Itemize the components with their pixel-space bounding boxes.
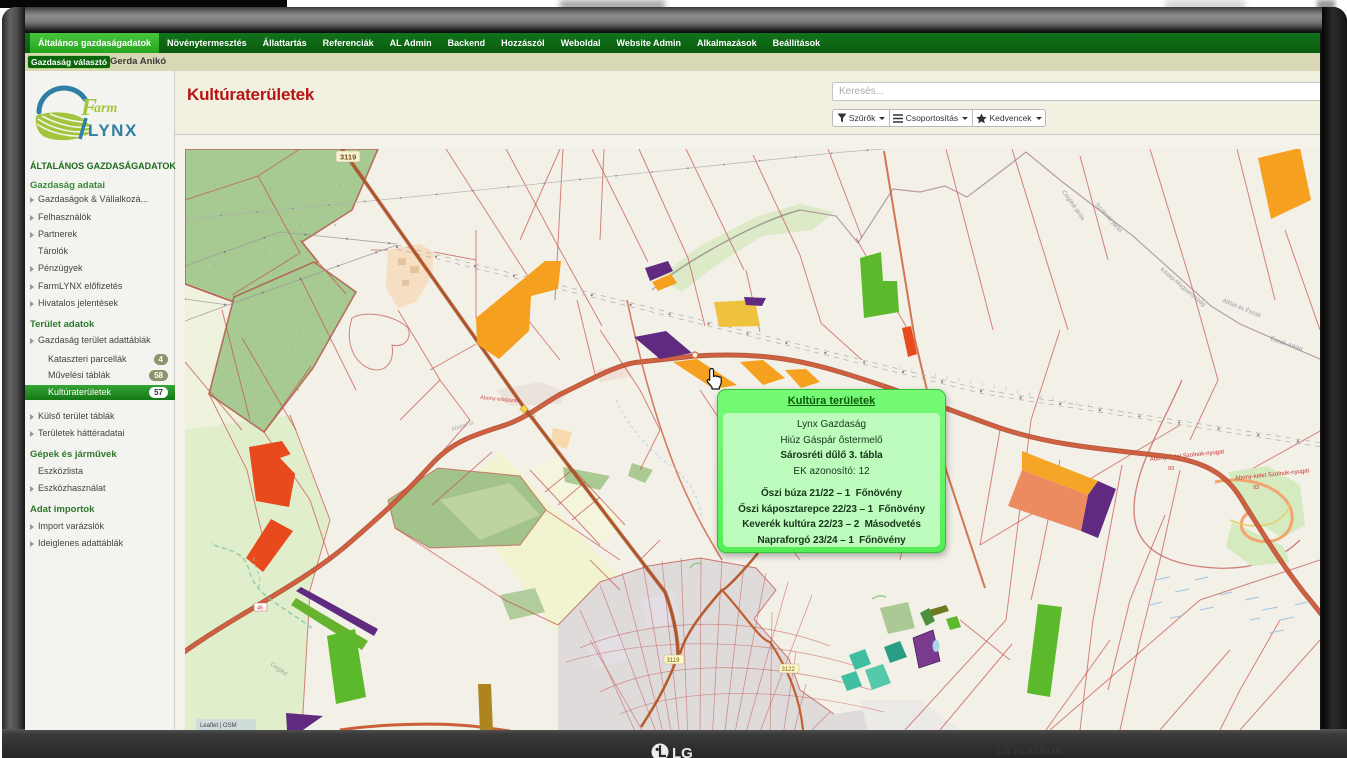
svg-text:3119: 3119 [667,658,681,664]
svg-text:3122: 3122 [782,667,796,673]
svg-text:46: 46 [257,606,263,612]
svg-text:Leaflet | OSM: Leaflet | OSM [200,723,237,729]
svg-text:LG: LG [672,745,693,758]
svg-text:45: 45 [530,413,536,419]
svg-text:93: 93 [1168,466,1174,472]
svg-text:93: 93 [1253,485,1259,491]
svg-text:LYNX: LYNX [88,121,138,140]
svg-text:3119: 3119 [340,153,356,162]
svg-text:arm: arm [94,101,117,116]
